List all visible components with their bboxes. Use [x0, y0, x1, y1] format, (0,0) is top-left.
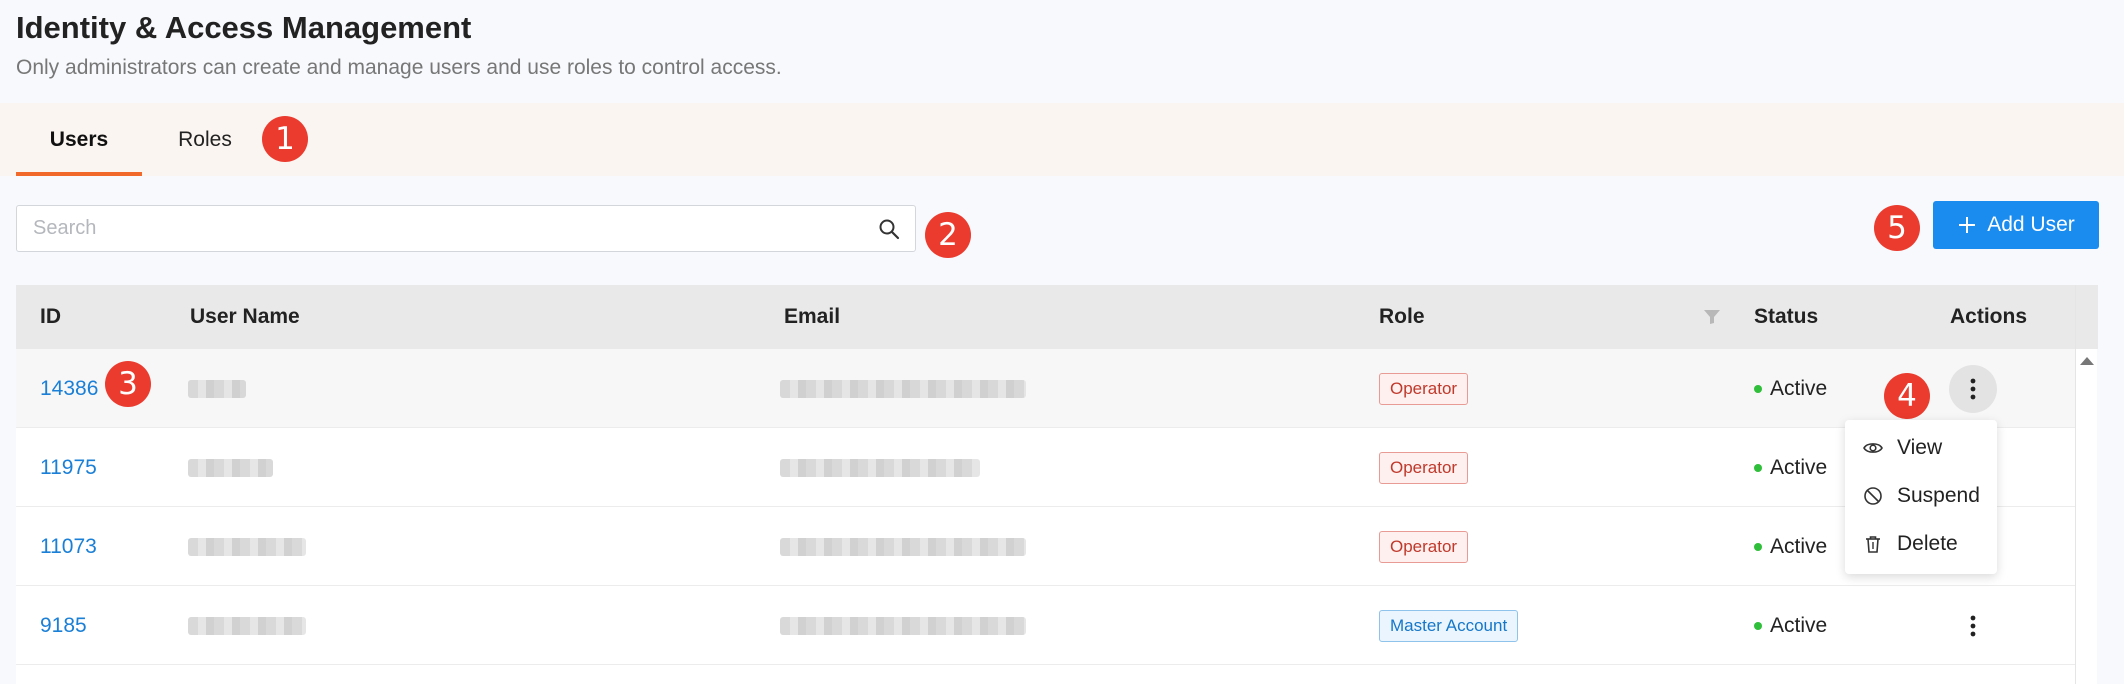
column-header-user-name[interactable]: User Name — [190, 285, 300, 349]
tab-bar: Users Roles 1 — [0, 103, 2124, 176]
menu-item-label: Delete — [1897, 532, 1958, 555]
column-header-email[interactable]: Email — [784, 285, 840, 349]
more-actions-button[interactable] — [1949, 602, 1997, 650]
marker-2: 2 — [925, 212, 971, 258]
table-row[interactable]: 11073 Operator Active — [16, 507, 2075, 586]
status-dot — [1754, 542, 1762, 551]
status-cell: Active — [1754, 428, 1827, 507]
table-row[interactable]: 11975 Operator Active — [16, 428, 2075, 507]
status-cell: Active — [1754, 586, 1827, 665]
menu-item-suspend[interactable]: Suspend — [1845, 472, 1997, 520]
page-title: Identity & Access Management — [16, 10, 472, 45]
role-badge: Master Account — [1379, 609, 1519, 642]
role-badge: Operator — [1379, 530, 1469, 563]
user-name-redacted — [188, 349, 246, 428]
status-cell: Active — [1754, 349, 1827, 428]
vertical-scrollbar[interactable] — [2075, 285, 2098, 684]
scroll-up-arrow-icon[interactable] — [2080, 357, 2094, 365]
more-actions-button[interactable] — [1949, 364, 1997, 413]
column-header-role[interactable]: Role — [1379, 285, 1425, 349]
search-input[interactable] — [17, 206, 857, 251]
plus-icon — [1959, 217, 1976, 233]
status-text: Active — [1770, 455, 1828, 479]
status-text: Active — [1770, 376, 1828, 400]
marker-5: 5 — [1874, 205, 1920, 251]
table-row[interactable]: 14386 Operator Active — [16, 349, 2075, 428]
marker-4: 4 — [1884, 373, 1930, 419]
add-user-button[interactable]: Add User — [1933, 201, 2099, 249]
email-redacted — [780, 507, 1026, 586]
user-id-link[interactable]: 14386 — [40, 349, 98, 428]
page-subtitle: Only administrators can create and manag… — [16, 56, 782, 79]
status-dot — [1754, 463, 1762, 472]
menu-item-label: View — [1897, 436, 1943, 459]
kebab-icon — [1970, 615, 1976, 636]
user-name-redacted — [188, 586, 306, 665]
eye-icon — [1863, 443, 1883, 453]
table-row[interactable]: 9185 Master Account Active — [16, 586, 2075, 665]
role-badge: Operator — [1379, 451, 1469, 484]
email-redacted — [780, 428, 980, 507]
status-dot — [1754, 384, 1762, 393]
menu-item-label: Suspend — [1897, 484, 1980, 507]
user-id-link[interactable]: 11073 — [40, 507, 97, 586]
add-user-label: Add User — [1987, 213, 2075, 236]
table-header: ID User Name Email Role Status Actions — [16, 285, 2097, 349]
column-header-id[interactable]: ID — [40, 285, 61, 349]
kebab-icon — [1970, 378, 1976, 399]
status-text: Active — [1770, 534, 1828, 558]
marker-1: 1 — [262, 116, 308, 162]
email-redacted — [780, 586, 1026, 665]
menu-item-view[interactable]: View — [1845, 424, 1997, 472]
marker-3: 3 — [105, 361, 151, 407]
status-cell: Active — [1754, 507, 1827, 586]
column-header-status[interactable]: Status — [1754, 285, 1818, 349]
tab-roles[interactable]: Roles — [165, 103, 245, 176]
users-table: ID User Name Email Role Status Actions 1… — [16, 285, 2098, 684]
trash-icon — [1866, 536, 1880, 553]
search-icon[interactable] — [877, 217, 901, 241]
user-id-link[interactable]: 11975 — [40, 428, 97, 507]
user-id-link[interactable]: 9185 — [40, 586, 87, 665]
ban-icon — [1864, 487, 1882, 505]
row-actions-menu: View Suspend Delete — [1845, 420, 1997, 574]
tab-users[interactable]: Users — [16, 103, 142, 176]
email-redacted — [780, 349, 1026, 428]
menu-item-delete[interactable]: Delete — [1845, 520, 1997, 568]
user-name-redacted — [188, 507, 306, 586]
user-name-redacted — [188, 428, 273, 507]
column-header-actions: Actions — [1950, 305, 2028, 328]
status-text: Active — [1770, 613, 1828, 637]
role-badge: Operator — [1379, 372, 1469, 405]
search-box — [16, 205, 916, 252]
filter-icon[interactable] — [1703, 308, 1721, 326]
status-dot — [1754, 621, 1762, 630]
